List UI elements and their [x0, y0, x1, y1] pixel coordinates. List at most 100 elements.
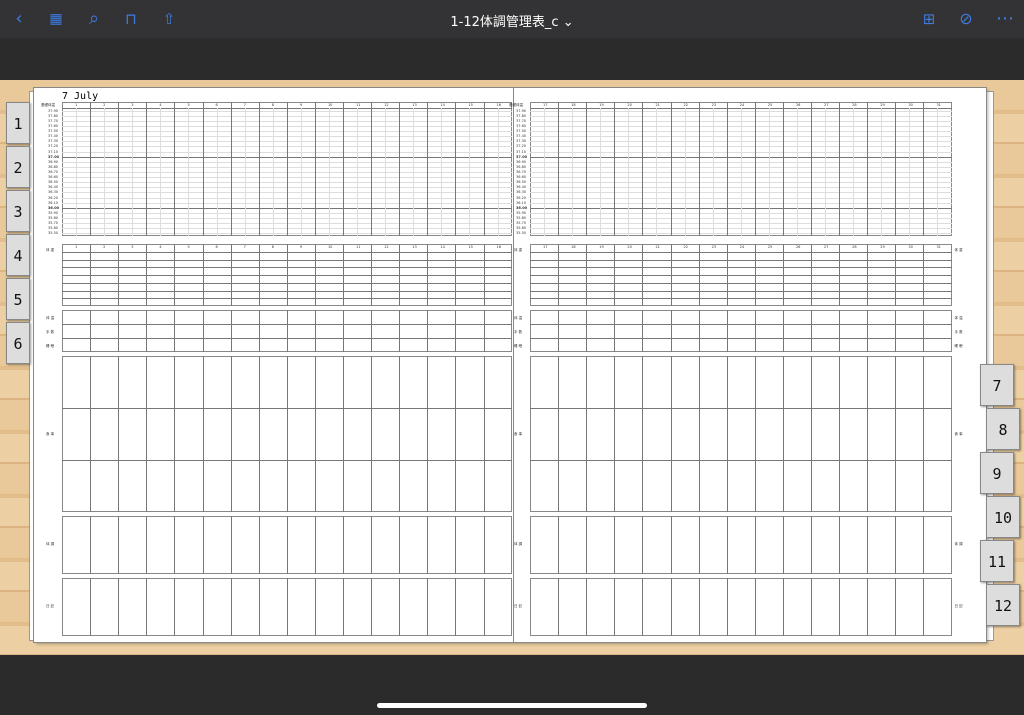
column-line: [614, 244, 616, 306]
column-line: [90, 244, 92, 306]
column-line: [867, 102, 869, 236]
column-line: [726, 356, 728, 512]
column-line: [642, 244, 644, 306]
column-line: [811, 244, 812, 306]
temp-tick: 37.90: [516, 108, 527, 113]
temp-tick: 37.00: [516, 154, 528, 159]
document-title[interactable]: 1-12体調管理表_c ⌄: [0, 11, 1024, 30]
month-tab-1[interactable]: 1: [6, 102, 30, 144]
section-label: 体 温: [954, 316, 963, 320]
day-label: 30: [908, 245, 913, 249]
column-line: [146, 310, 148, 352]
section-label: 睡 眠: [954, 344, 963, 348]
month-tab-8[interactable]: 8: [986, 408, 1020, 450]
month-tab-6[interactable]: 6: [6, 322, 30, 364]
half-line: [441, 108, 443, 236]
temp-tick: 36.20: [48, 195, 59, 200]
column-line: [614, 516, 616, 574]
temp-tick: 36.20: [516, 195, 527, 200]
column-line: [399, 356, 401, 512]
home-indicator[interactable]: [377, 703, 647, 708]
temp-tick: 36.90: [516, 159, 527, 164]
day-label: 24: [739, 245, 745, 249]
pen-icon[interactable]: ⊘: [955, 8, 977, 30]
day-label: 17: [543, 245, 548, 249]
column-line: [230, 310, 232, 352]
half-line: [544, 108, 546, 236]
column-line: [670, 244, 672, 306]
column-line: [399, 244, 401, 306]
day-label: 10: [327, 245, 333, 249]
column-line: [839, 244, 841, 306]
month-tab-10[interactable]: 10: [986, 496, 1020, 538]
month-tab-7[interactable]: 7: [980, 364, 1014, 406]
column-line: [558, 102, 560, 236]
day-label: 20: [627, 103, 632, 107]
column-line: [782, 516, 784, 574]
column-line: [839, 356, 841, 512]
temp-tick: 35.50: [48, 231, 59, 236]
half-line: [357, 108, 359, 236]
half-line: [853, 108, 855, 236]
day-label: 13: [412, 103, 417, 107]
column-line: [258, 356, 260, 512]
temp-tick: 37.30: [48, 139, 59, 144]
column-line: [586, 356, 588, 512]
half-line: [909, 108, 911, 236]
column-line: [399, 516, 401, 574]
half-line: [572, 108, 574, 236]
day-label: 31: [936, 245, 941, 249]
month-tab-11[interactable]: 11: [980, 540, 1014, 582]
temp-header: 基礎体温: [41, 103, 55, 107]
half-line: [188, 108, 190, 236]
month-label: 7 July: [62, 91, 99, 102]
day-label: 23: [711, 245, 717, 249]
temp-tick: 37.40: [516, 134, 527, 139]
month-tab-2[interactable]: 2: [6, 146, 30, 188]
day-label: 12: [384, 245, 389, 249]
section-grid[interactable]: [530, 516, 952, 574]
right-page[interactable]: 37.90 37.80 37.70 37.60 37.50 37.40 37.30 37.20…: [509, 88, 986, 642]
column-line: [642, 578, 644, 636]
section-grid[interactable]: [530, 356, 952, 512]
column-line: [895, 516, 897, 574]
column-line: [614, 356, 616, 512]
column-line: [230, 244, 232, 306]
month-tab-12[interactable]: 12: [986, 584, 1020, 626]
column-line: [286, 356, 288, 512]
month-tab-9[interactable]: 9: [980, 452, 1014, 494]
column-line: [343, 310, 344, 352]
section-label: 日 記: [514, 604, 523, 608]
add-page-icon[interactable]: ⊞: [918, 8, 940, 30]
more-icon[interactable]: ⋯: [994, 8, 1016, 30]
column-line: [230, 516, 232, 574]
section-label: 睡 眠: [514, 344, 523, 348]
month-tab-3[interactable]: 3: [6, 190, 30, 232]
column-line: [90, 516, 92, 574]
column-line: [586, 516, 588, 574]
half-line: [469, 108, 471, 236]
column-line: [399, 310, 401, 352]
half-line: [740, 108, 742, 236]
day-label: 11: [356, 103, 361, 107]
day-label: 18: [571, 103, 576, 107]
half-line: [413, 108, 415, 236]
column-line: [726, 516, 728, 574]
month-tab-4[interactable]: 4: [6, 234, 30, 276]
day-label: 27: [824, 103, 829, 107]
column-line: [670, 578, 672, 636]
column-line: [146, 578, 148, 636]
column-line: [455, 244, 457, 306]
half-line: [328, 108, 330, 236]
left-page[interactable]: 37.90 37.80 37.70 37.60 37.50 37.40 37.30 37.20…: [34, 88, 514, 642]
column-line: [754, 310, 756, 352]
day-label: 1: [75, 245, 78, 249]
column-line: [455, 516, 457, 574]
row-line: [530, 460, 952, 461]
month-tab-5[interactable]: 5: [6, 278, 30, 320]
half-line: [216, 108, 218, 236]
section-grid[interactable]: [530, 578, 952, 636]
column-line: [867, 310, 869, 352]
section-grid[interactable]: [530, 310, 952, 352]
column-line: [895, 578, 897, 636]
